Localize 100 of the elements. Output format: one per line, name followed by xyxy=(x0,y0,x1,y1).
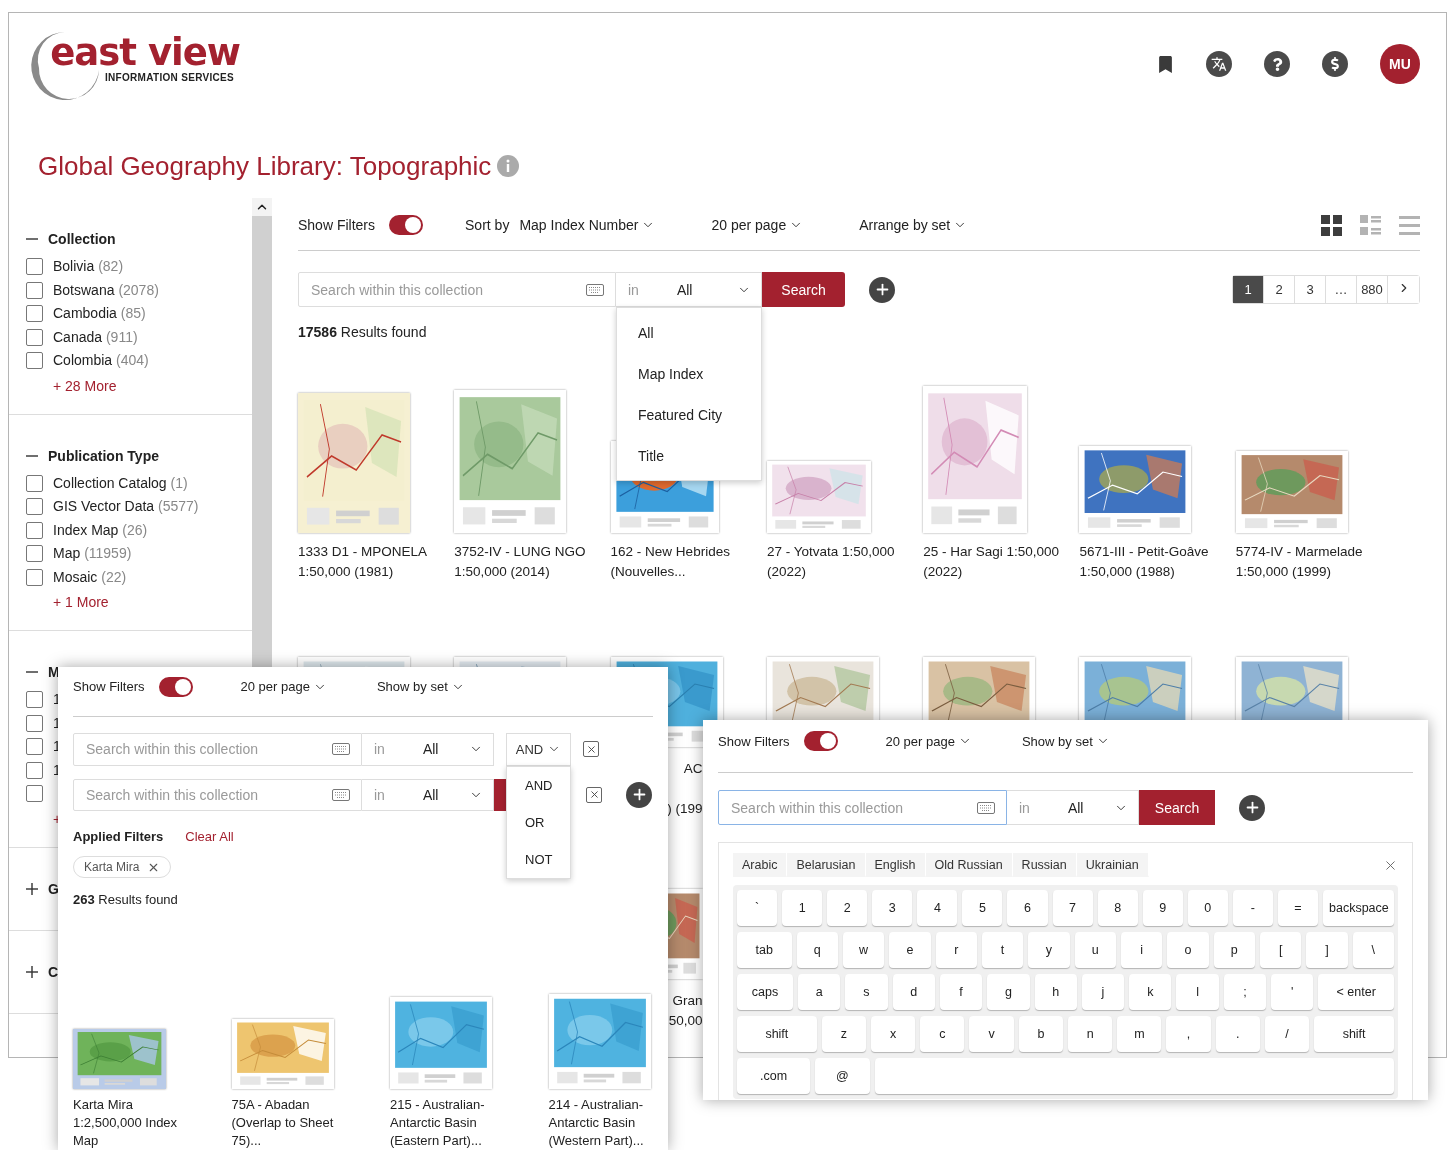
keyboard-key[interactable]: 3 xyxy=(872,890,913,926)
keyboard-key[interactable]: k xyxy=(1129,974,1172,1010)
keyboard-key[interactable]: 9 xyxy=(1142,890,1183,926)
search-field[interactable]: Search within this collection xyxy=(298,272,616,307)
search-field[interactable]: Search within this collection xyxy=(73,778,362,811)
toggle-switch[interactable] xyxy=(803,731,838,751)
keyboard-key[interactable]: @ xyxy=(815,1058,870,1094)
help-icon[interactable] xyxy=(1264,51,1290,77)
keyboard-key[interactable]: h xyxy=(1034,974,1077,1010)
field-select[interactable]: in All xyxy=(616,272,762,307)
keyboard-key[interactable]: ` xyxy=(737,890,778,926)
checkbox[interactable] xyxy=(26,258,43,275)
keyboard-key[interactable]: d xyxy=(892,974,935,1010)
page-button[interactable]: 1 xyxy=(1233,276,1264,303)
checkbox[interactable] xyxy=(26,691,43,708)
map-title[interactable]: Gran xyxy=(672,991,703,1011)
keyboard-key[interactable]: l xyxy=(1176,974,1219,1010)
view-button[interactable] xyxy=(1321,214,1342,236)
field-select[interactable]: in All xyxy=(362,778,494,811)
bookmark-icon[interactable] xyxy=(1157,55,1174,73)
menu-item[interactable]: All xyxy=(617,312,761,353)
checkbox[interactable] xyxy=(26,568,43,586)
keyboard-key[interactable]: 2 xyxy=(827,890,868,926)
checkbox[interactable] xyxy=(26,281,43,299)
more-link[interactable]: + 1 More xyxy=(53,594,252,610)
keyboard-key[interactable]: i xyxy=(1120,932,1163,968)
per-page-dropdown[interactable]: 20 per page xyxy=(885,733,972,749)
keyboard-key[interactable]: j xyxy=(1081,974,1125,1010)
per-page-dropdown[interactable]: 20 per page xyxy=(711,217,804,233)
checkbox[interactable] xyxy=(26,498,43,515)
map-title[interactable]: 5774-IV - Marmelade 1:50,000 (1999) xyxy=(1235,542,1376,582)
toggle-switch[interactable] xyxy=(158,676,193,697)
keyboard-key[interactable]: 0 xyxy=(1187,890,1228,926)
keyboard-key[interactable]: u xyxy=(1074,932,1116,968)
map-title[interactable]: 162 - New Hebrides (Nouvelles... xyxy=(610,542,751,582)
language-tab[interactable]: Russian xyxy=(1012,853,1077,877)
keyboard-key[interactable]: . xyxy=(1215,1016,1260,1052)
keyboard-key[interactable]: backspace xyxy=(1323,890,1394,926)
map-title[interactable]: 75A - Abadan (Overlap to Sheet 75)... xyxy=(231,1096,352,1150)
add-button[interactable] xyxy=(1239,794,1265,821)
checkbox[interactable] xyxy=(26,352,43,369)
keyboard-key[interactable]: e xyxy=(889,932,931,968)
map-title[interactable]: AC xyxy=(683,759,703,779)
remove-button[interactable] xyxy=(586,786,602,803)
show-by-dropdown[interactable]: Show by set xyxy=(1021,733,1110,749)
map-title[interactable]: 25 - Har Sagi 1:50,000 (2022) xyxy=(923,542,1064,582)
keyboard-key[interactable]: 4 xyxy=(917,890,958,926)
add-button[interactable] xyxy=(869,276,895,303)
keyboard-key[interactable]: - xyxy=(1232,890,1273,926)
language-tab[interactable]: Belarusian xyxy=(787,853,866,877)
menu-item[interactable]: Title xyxy=(617,435,761,476)
keyboard-key[interactable]: m xyxy=(1117,1016,1162,1052)
keyboard-key[interactable]: shift xyxy=(737,1016,817,1052)
menu-item[interactable]: NOT xyxy=(507,840,570,878)
map-title[interactable]: 50,00 xyxy=(668,1011,703,1031)
search-button[interactable]: Search xyxy=(762,272,845,307)
checkbox[interactable] xyxy=(26,474,43,492)
keyboard-key[interactable]: .com xyxy=(737,1058,811,1094)
keyboard-key[interactable]: n xyxy=(1068,1016,1113,1052)
menu-item[interactable]: Map Index xyxy=(617,353,761,394)
keyboard-key[interactable]: / xyxy=(1265,1016,1310,1052)
dollar-icon[interactable] xyxy=(1322,51,1348,77)
checkbox[interactable] xyxy=(26,305,43,322)
toggle-switch[interactable] xyxy=(389,215,424,235)
keyboard-key[interactable]: a xyxy=(797,974,841,1010)
language-tab[interactable]: Ukrainian xyxy=(1076,853,1149,877)
search-button[interactable]: Search xyxy=(1139,790,1215,825)
checkbox[interactable] xyxy=(26,545,43,562)
checkbox[interactable] xyxy=(26,761,43,779)
language-tab[interactable]: Old Russian xyxy=(925,853,1013,877)
keyboard-key[interactable]: o xyxy=(1167,932,1209,968)
add-button[interactable] xyxy=(626,781,652,808)
menu-item[interactable]: OR xyxy=(507,803,570,841)
keyboard-key[interactable]: 5 xyxy=(962,890,1003,926)
user-avatar[interactable]: MU xyxy=(1380,44,1420,84)
expand-icon[interactable] xyxy=(26,882,38,895)
checkbox[interactable] xyxy=(26,785,43,802)
map-title[interactable]: 214 - Australian-Antarctic Basin (Western Part)... xyxy=(548,1096,669,1150)
keyboard-key[interactable]: x xyxy=(871,1016,916,1052)
keyboard-key[interactable]: ] xyxy=(1306,932,1348,968)
keyboard-key[interactable]: 1 xyxy=(782,890,823,926)
checkbox[interactable] xyxy=(26,328,43,346)
language-tab[interactable]: Arabic xyxy=(733,853,788,877)
checkbox[interactable] xyxy=(26,521,43,539)
keyboard-key[interactable]: \ xyxy=(1352,932,1394,968)
keyboard-key[interactable]: [ xyxy=(1260,932,1302,968)
map-title[interactable]: 1333 D1 - MPONELA 1:50,000 (1981) xyxy=(298,542,438,582)
arrange-dropdown[interactable]: Arrange by set xyxy=(859,217,968,233)
checkbox[interactable] xyxy=(26,738,43,755)
keyboard-key[interactable]: shift xyxy=(1314,1016,1394,1052)
keyboard-key[interactable]: c xyxy=(920,1016,965,1052)
map-title[interactable]: Karta Mira 1:2,500,000 Index Map xyxy=(73,1096,193,1150)
keyboard-key[interactable]: t xyxy=(981,932,1024,968)
keyboard-key[interactable]: b xyxy=(1018,1016,1063,1052)
sort-dropdown[interactable]: Map Index Number xyxy=(519,217,656,233)
keyboard-key[interactable]: w xyxy=(842,932,885,968)
keyboard-key[interactable]: = xyxy=(1277,890,1318,926)
keyboard-key[interactable]: s xyxy=(845,974,888,1010)
map-title[interactable]: 215 - Australian-Antarctic Basin (Eastern Part)... xyxy=(390,1096,510,1150)
field-select[interactable]: in All xyxy=(362,733,494,766)
